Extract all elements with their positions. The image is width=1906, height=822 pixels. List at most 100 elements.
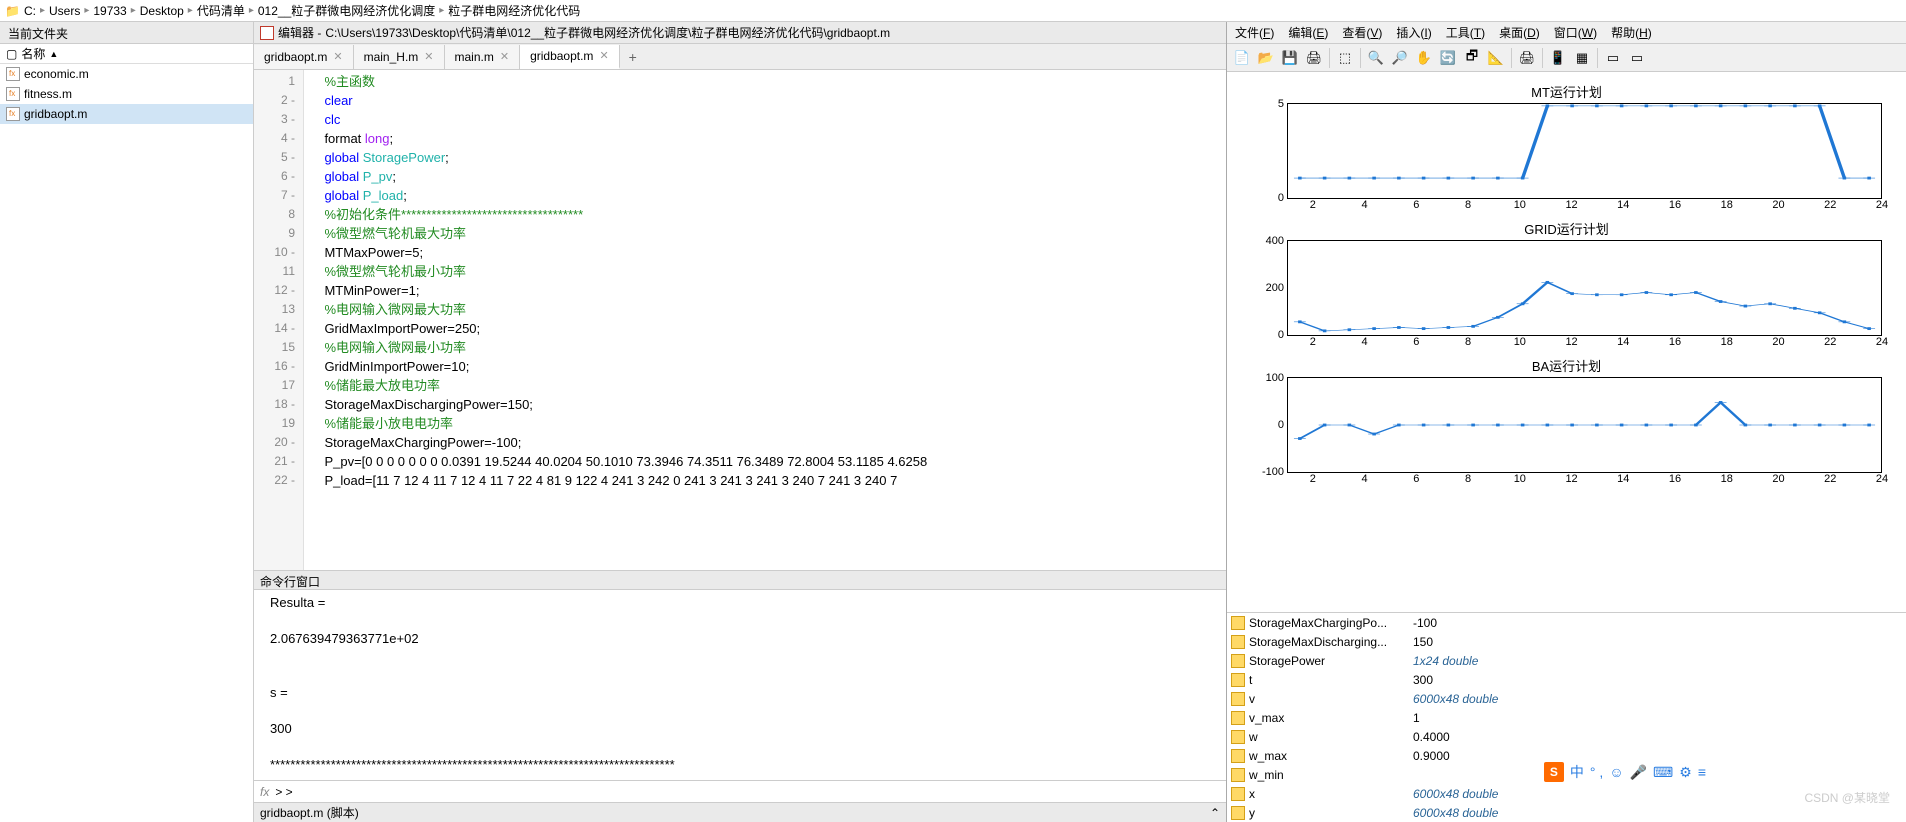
x-tick: 4 [1362,199,1368,211]
x-tick: 10 [1514,336,1526,348]
command-window[interactable]: Resulta = 2.067639479363771e+02 s = 300 … [254,590,1226,780]
close-icon[interactable]: ✕ [333,50,342,63]
breadcrumb-segment[interactable]: 19733 [93,4,126,18]
x-tick: 6 [1413,473,1419,485]
charts-area: MT运行计划0524681012141618202224GRID运行计划0200… [1227,72,1906,612]
m-file-icon [6,107,20,121]
workspace-variable-row[interactable]: w0.4000 [1227,727,1906,746]
chevron-right-icon: ▸ [40,5,45,16]
toolbar-button[interactable]: 📐 [1485,47,1507,69]
breadcrumb-segment[interactable]: 粒子群电网经济优化代码 [448,2,580,19]
code-editor[interactable]: 12 -3 -4 -5 -6 -7 -8910 -1112 -1314 -151… [254,70,1226,570]
menu-插入[interactable]: 插入(I) [1396,24,1431,41]
file-list: economic.mfitness.mgridbaopt.m [0,64,253,443]
toolbar-button[interactable]: 🖨 [1303,47,1325,69]
toolbar-button[interactable]: 📂 [1255,47,1277,69]
variable-icon [1231,749,1245,763]
chart-title: GRID运行计划 [1241,219,1892,238]
file-item[interactable]: gridbaopt.m [0,104,253,124]
x-tick: 2 [1310,199,1316,211]
menu-编辑[interactable]: 编辑(E) [1288,24,1328,41]
x-tick: 18 [1721,336,1733,348]
command-window-title[interactable]: 命令行窗口 [254,570,1226,590]
toolbar-button[interactable]: ▦ [1571,47,1593,69]
x-tick: 18 [1721,473,1733,485]
variable-icon [1231,730,1245,744]
x-tick: 18 [1721,199,1733,211]
menu-工具[interactable]: 工具(T) [1446,24,1485,41]
file-item[interactable]: fitness.m [0,84,253,104]
toolbar-button[interactable]: 🔍 [1365,47,1387,69]
menu-文件[interactable]: 文件(F) [1235,24,1274,41]
address-bar[interactable]: 📁 C: ▸ Users ▸ 19733 ▸ Desktop ▸ 代码清单 ▸ … [0,0,1906,22]
x-tick: 22 [1824,336,1836,348]
command-prompt[interactable]: fx > > [254,780,1226,802]
fx-icon: fx [260,785,269,799]
workspace-variable-row[interactable]: t300 [1227,670,1906,689]
menu-帮助[interactable]: 帮助(H) [1611,24,1652,41]
file-item[interactable]: economic.m [0,64,253,84]
breadcrumb-segment[interactable]: Desktop [140,4,184,18]
breadcrumb-segment[interactable]: 代码清单 [197,2,245,19]
toolbar-button[interactable]: 🗗 [1461,47,1483,69]
x-tick: 20 [1772,473,1784,485]
breadcrumb-segment[interactable]: C: [24,4,36,18]
x-tick: 24 [1876,199,1888,211]
toolbar-button[interactable]: ▭ [1602,47,1624,69]
menu-窗口[interactable]: 窗口(W) [1554,24,1597,41]
chevron-right-icon: ▸ [131,5,136,16]
current-folder-panel: 当前文件夹 ▢名称▲ economic.mfitness.mgridbaopt.… [0,22,254,822]
x-tick: 4 [1362,336,1368,348]
expand-icon[interactable]: ⌃ [1210,806,1220,820]
close-icon[interactable]: ✕ [500,50,509,63]
toolbar-button[interactable]: 🔄 [1437,47,1459,69]
chart: GRID运行计划020040024681012141618202224 [1241,219,1892,352]
x-tick: 16 [1669,473,1681,485]
workspace-variable-row[interactable]: v_max1 [1227,708,1906,727]
workspace-variable-row[interactable]: v6000x48 double [1227,689,1906,708]
x-tick: 2 [1310,336,1316,348]
workspace-variable-row[interactable]: x6000x48 double [1227,784,1906,803]
breadcrumb-segment[interactable]: Users [49,4,80,18]
toolbar-button[interactable]: 💾 [1279,47,1301,69]
editor-tab[interactable]: main_H.m✕ [354,45,445,69]
folder-icon[interactable]: 📁 [5,4,20,18]
chart-title: MT运行计划 [1241,82,1892,101]
menu-查看[interactable]: 查看(V) [1342,24,1382,41]
toolbar-button[interactable]: 🔎 [1389,47,1411,69]
close-icon[interactable]: ✕ [424,50,433,63]
sogou-icon[interactable]: S [1544,762,1564,782]
variable-icon [1231,806,1245,820]
panel-title[interactable]: 当前文件夹 [0,22,253,44]
toolbar-button[interactable]: ✋ [1413,47,1435,69]
name-column-header[interactable]: ▢名称▲ [0,44,253,64]
x-tick: 20 [1772,336,1784,348]
figure-menu-bar: 文件(F) 编辑(E) 查看(V) 插入(I) 工具(T) 桌面(D) 窗口(W) 帮助(H) [1227,22,1906,44]
add-tab-button[interactable]: + [620,49,646,65]
toolbar-button[interactable]: 🖨 [1516,47,1538,69]
workspace-variable-row[interactable]: StorageMaxDischarging...150 [1227,632,1906,651]
x-tick: 6 [1413,199,1419,211]
toolbar-button[interactable]: ▭ [1626,47,1648,69]
editor-tab[interactable]: gridbaopt.m✕ [520,45,620,69]
workspace-variable-row[interactable]: StorageMaxChargingPo...-100 [1227,613,1906,632]
close-icon[interactable]: ✕ [599,49,608,62]
x-tick: 24 [1876,473,1888,485]
menu-桌面[interactable]: 桌面(D) [1499,24,1540,41]
ime-bar[interactable]: S 中 ° , ☺🎤⌨⚙≡ [1544,762,1706,782]
editor-tab[interactable]: main.m✕ [445,45,521,69]
workspace-variable-row[interactable]: StoragePower1x24 double [1227,651,1906,670]
variable-icon [1231,673,1245,687]
breadcrumb-segment[interactable]: 012__粒子群微电网经济优化调度 [258,2,435,19]
chevron-right-icon: ▸ [84,5,89,16]
toolbar-button[interactable]: ⬚ [1334,47,1356,69]
x-tick: 8 [1465,199,1471,211]
toolbar-button[interactable]: 📄 [1231,47,1253,69]
workspace-variable-row[interactable]: y6000x48 double [1227,803,1906,822]
chevron-right-icon: ▸ [249,5,254,16]
toolbar-button[interactable]: 📱 [1547,47,1569,69]
x-tick: 22 [1824,473,1836,485]
editor-title-bar: 编辑器 - C:\Users\19733\Desktop\代码清单\012__粒… [254,22,1226,44]
x-tick: 14 [1617,336,1629,348]
editor-tab[interactable]: gridbaopt.m✕ [254,45,354,69]
